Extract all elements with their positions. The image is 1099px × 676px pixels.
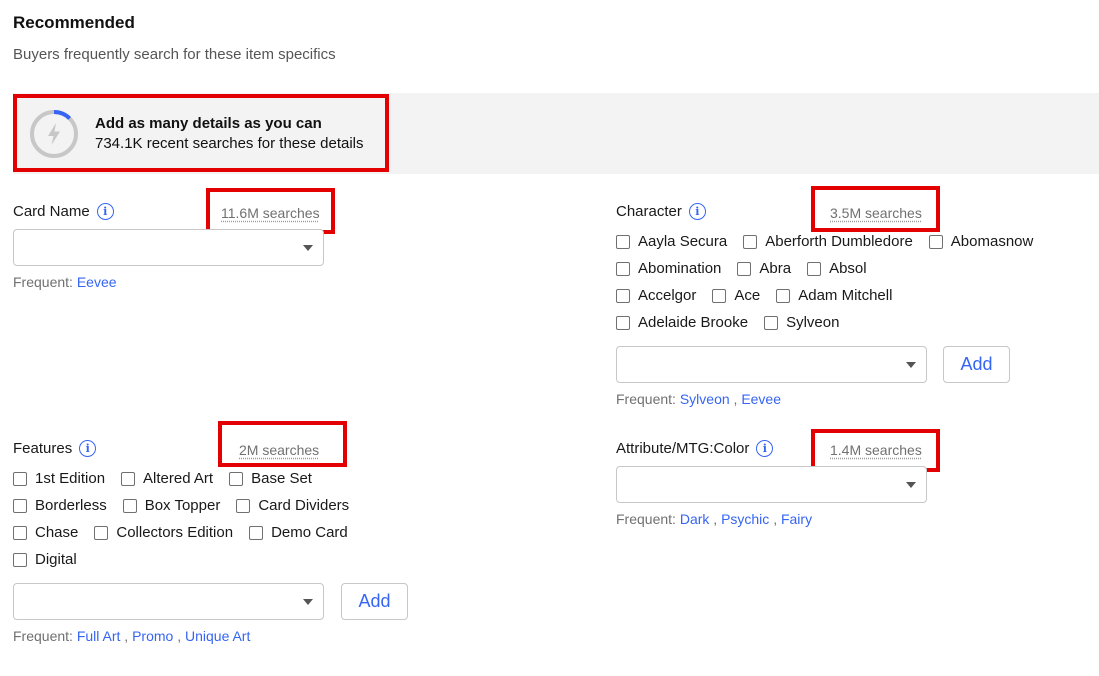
info-icon[interactable]: i xyxy=(688,203,706,220)
card-name-select[interactable] xyxy=(13,229,324,266)
checkbox-box-topper[interactable]: Box Topper xyxy=(122,497,220,514)
checkbox-digital[interactable]: Digital xyxy=(13,551,77,568)
checkbox-abra[interactable]: Abra xyxy=(737,260,791,277)
checkbox-base-set[interactable]: Base Set xyxy=(229,470,312,487)
chevron-down-icon xyxy=(303,245,313,251)
color-select[interactable] xyxy=(616,466,927,503)
frequent-link-eevee[interactable]: Eevee xyxy=(741,391,781,407)
checkbox-adelaide-brooke[interactable]: Adelaide Brooke xyxy=(616,314,748,331)
character-label: Character i xyxy=(616,203,706,220)
checkbox-collectors-edition[interactable]: Collectors Edition xyxy=(94,524,233,541)
chevron-down-icon xyxy=(906,362,916,368)
checkbox-abomination[interactable]: Abomination xyxy=(616,260,721,277)
character-checkbox-group: Aayla Secura Aberforth Dumbledore Abomas… xyxy=(616,228,1033,336)
checkbox-demo-card[interactable]: Demo Card xyxy=(249,524,348,541)
card-name-searches: 11.6M searches xyxy=(221,205,320,221)
card-name-frequent: Frequent: Eevee xyxy=(13,274,117,290)
checkbox-abomasnow[interactable]: Abomasnow xyxy=(928,233,1033,250)
checkbox-ace[interactable]: Ace xyxy=(712,287,760,304)
color-searches: 1.4M searches xyxy=(830,442,922,458)
features-searches: 2M searches xyxy=(239,442,320,458)
checkbox-borderless[interactable]: Borderless xyxy=(13,497,107,514)
features-add-button[interactable]: Add xyxy=(341,583,408,620)
frequent-link-eevee[interactable]: Eevee xyxy=(77,274,117,290)
frequent-link-promo[interactable]: Promo xyxy=(132,628,173,644)
color-label: Attribute/MTG:Color i xyxy=(616,440,774,457)
character-add-button[interactable]: Add xyxy=(943,346,1010,383)
card-name-label: Card Name i xyxy=(13,203,114,220)
checkbox-card-dividers[interactable]: Card Dividers xyxy=(236,497,349,514)
frequent-link-full-art[interactable]: Full Art xyxy=(77,628,121,644)
checkbox-chase[interactable]: Chase xyxy=(13,524,78,541)
checkbox-aberforth-dumbledore[interactable]: Aberforth Dumbledore xyxy=(743,233,913,250)
frequent-link-dark[interactable]: Dark xyxy=(680,511,710,527)
checkbox-aayla-secura[interactable]: Aayla Secura xyxy=(616,233,727,250)
frequent-link-psychic[interactable]: Psychic xyxy=(721,511,769,527)
features-checkbox-group: 1st Edition Altered Art Base Set Borderl… xyxy=(13,465,349,573)
checkbox-1st-edition[interactable]: 1st Edition xyxy=(13,470,105,487)
features-frequent: Frequent: Full Art , Promo , Unique Art xyxy=(13,628,251,644)
checkbox-absol[interactable]: Absol xyxy=(807,260,867,277)
frequent-link-unique-art[interactable]: Unique Art xyxy=(185,628,250,644)
chevron-down-icon xyxy=(303,599,313,605)
section-subtitle: Buyers frequently search for these item … xyxy=(13,46,336,63)
info-icon[interactable]: i xyxy=(96,203,114,220)
checkbox-sylveon[interactable]: Sylveon xyxy=(764,314,839,331)
color-frequent: Frequent: Dark , Psychic , Fairy xyxy=(616,511,813,527)
info-icon[interactable]: i xyxy=(756,440,774,457)
features-label: Features i xyxy=(13,440,97,457)
banner-highlight xyxy=(13,94,389,172)
checkbox-adam-mitchell[interactable]: Adam Mitchell xyxy=(776,287,892,304)
character-searches: 3.5M searches xyxy=(830,205,922,221)
section-title: Recommended xyxy=(13,13,135,32)
info-icon[interactable]: i xyxy=(79,440,97,457)
features-select[interactable] xyxy=(13,583,324,620)
checkbox-accelgor[interactable]: Accelgor xyxy=(616,287,696,304)
checkbox-altered-art[interactable]: Altered Art xyxy=(121,470,213,487)
chevron-down-icon xyxy=(906,482,916,488)
frequent-link-fairy[interactable]: Fairy xyxy=(781,511,812,527)
character-select[interactable] xyxy=(616,346,927,383)
character-frequent: Frequent: Sylveon , Eevee xyxy=(616,391,782,407)
frequent-link-sylveon[interactable]: Sylveon xyxy=(680,391,730,407)
